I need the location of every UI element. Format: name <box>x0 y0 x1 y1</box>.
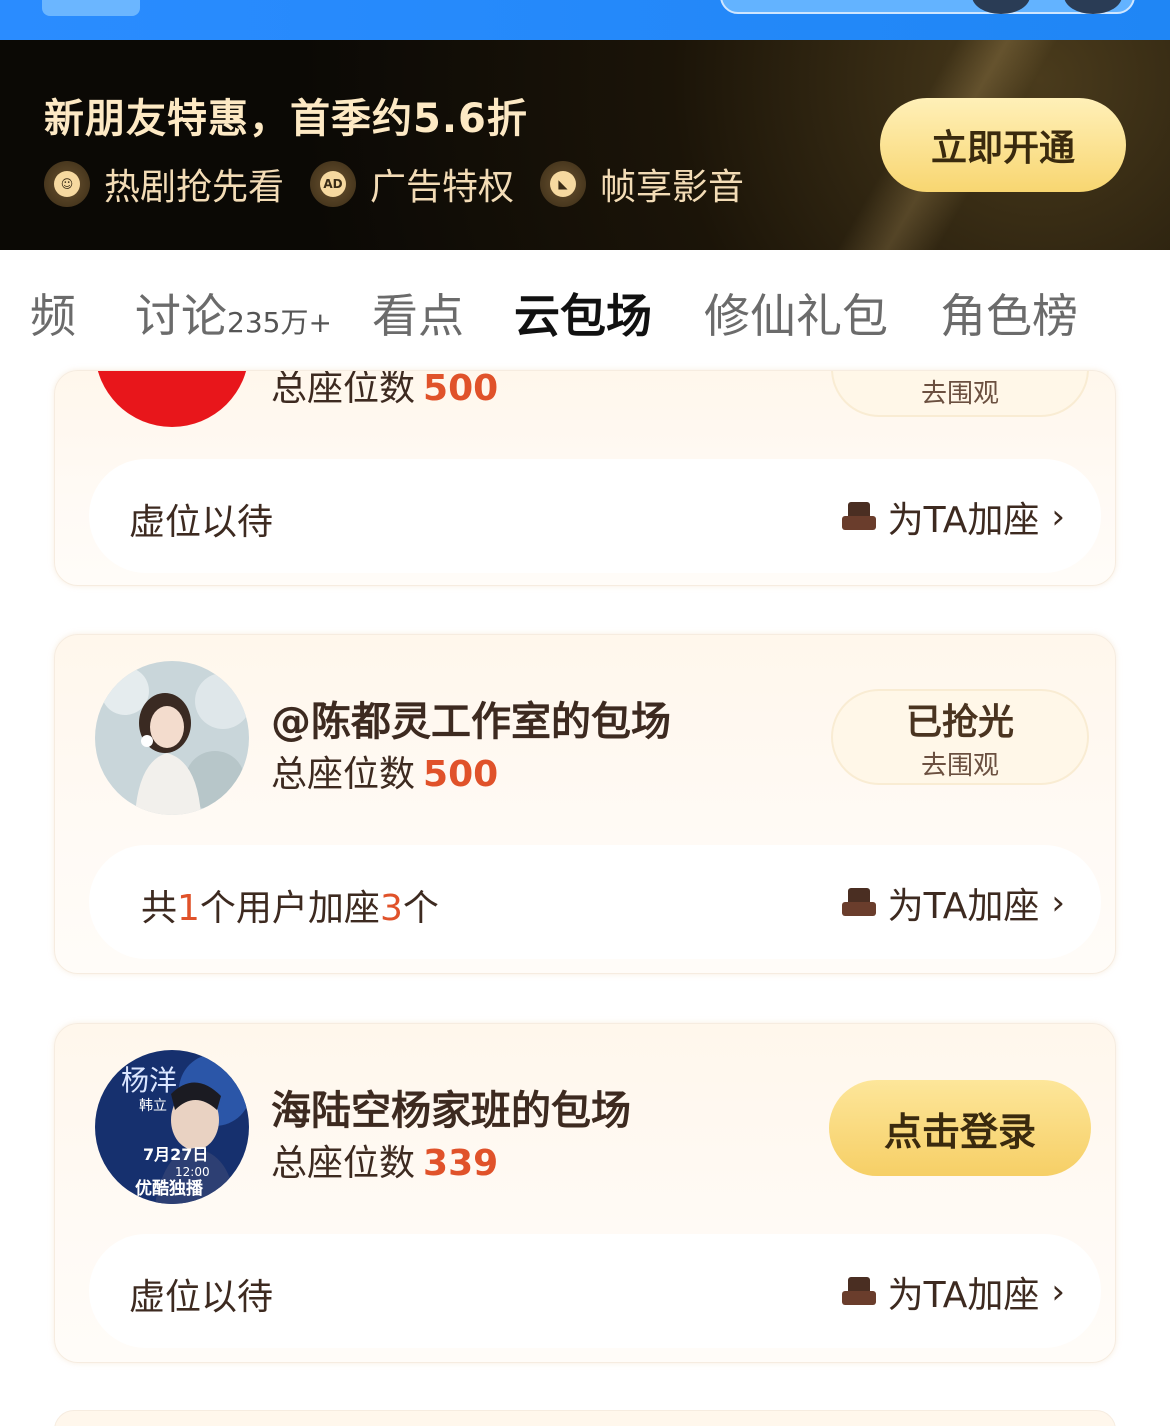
sold-out-button[interactable]: 已抢光 去围观 <box>831 689 1089 785</box>
perk-label: 帧享影音 <box>600 167 745 208</box>
tab-discussion[interactable]: 讨论235万+ <box>135 280 332 346</box>
tab-highlights[interactable]: 看点 <box>372 280 464 346</box>
tab-bar: 频 讨论235万+ 看点 云包场 修仙礼包 角色榜 <box>0 250 1170 370</box>
smile-icon: ☺ <box>44 161 90 207</box>
chevron-right-icon: › <box>1051 1272 1065 1312</box>
perk-item: ◣ 帧享影音 <box>540 158 744 210</box>
seat-row[interactable]: 共1个用户加座3个 为TA加座 › <box>89 845 1101 959</box>
seat-status-text: 共1个用户加座3个 <box>141 888 439 929</box>
perk-label: 广告特权 <box>370 167 515 208</box>
avatar[interactable] <box>95 661 249 815</box>
screening-card: 总座位数 500 去围观 虚位以待 为TA加座 › <box>54 370 1116 586</box>
svg-text:韩立: 韩立 <box>139 1098 167 1114</box>
tab-cloud-screening[interactable]: 云包场 <box>514 280 652 346</box>
seat-count: 总座位数 500 <box>271 754 499 795</box>
watch-button[interactable]: 去围观 <box>831 371 1089 417</box>
seat-status-text: 虚位以待 <box>129 1277 274 1318</box>
sofa-icon <box>841 1277 876 1307</box>
screening-title: @陈都灵工作室的包场 <box>271 699 671 745</box>
add-seat-link[interactable]: 为TA加座 › <box>841 1266 1065 1318</box>
sofa-icon <box>841 888 876 918</box>
avatar[interactable]: 杨洋 韩立 7月27日 12:00 优酷独播 <box>95 1050 249 1204</box>
sofa-icon <box>841 502 876 532</box>
tab-character-ranking[interactable]: 角色榜 <box>940 280 1078 346</box>
perk-item: AD 广告特权 <box>310 158 514 210</box>
screening-card: @陈都灵工作室的包场 总座位数 500 已抢光 去围观 共1个用户加座3个 为TA… <box>54 634 1116 974</box>
svg-text:杨洋: 杨洋 <box>121 1064 177 1097</box>
vip-promo-banner[interactable]: 新朋友特惠，首季约5.6折 ☺ 热剧抢先看 AD 广告特权 ◣ 帧享影音 立即开… <box>0 40 1170 250</box>
perk-list: ☺ 热剧抢先看 AD 广告特权 ◣ 帧享影音 <box>44 158 770 210</box>
chevron-right-icon: › <box>1051 883 1065 923</box>
screening-title: 海陆空杨家班的包场 <box>271 1088 631 1134</box>
add-seat-link[interactable]: 为TA加座 › <box>841 491 1065 543</box>
top-header-strip <box>0 0 1170 40</box>
perk-item: ☺ 热剧抢先看 <box>44 158 284 210</box>
svg-text:优酷独播: 优酷独播 <box>135 1178 204 1199</box>
tab-video[interactable]: 频 <box>30 280 76 346</box>
seat-row[interactable]: 虚位以待 为TA加座 › <box>89 459 1101 573</box>
frame-icon: ◣ <box>540 161 587 207</box>
open-vip-button[interactable]: 立即开通 <box>880 98 1126 192</box>
seat-row[interactable]: 虚位以待 为TA加座 › <box>89 1234 1101 1348</box>
screening-card: 杨洋 韩立 7月27日 12:00 优酷独播 海陆空杨家班的包场 总座位数 339… <box>54 1023 1116 1363</box>
header-chip <box>42 0 140 16</box>
discussion-count-badge: 235万+ <box>227 306 332 339</box>
screening-card-next <box>54 1410 1116 1426</box>
tab-gift-pack[interactable]: 修仙礼包 <box>704 280 888 346</box>
promo-title: 新朋友特惠，首季约5.6折 <box>44 96 528 142</box>
svg-text:7月27日: 7月27日 <box>143 1145 208 1164</box>
seat-status-text: 虚位以待 <box>129 502 274 543</box>
seat-count: 总座位数 500 <box>271 370 499 409</box>
ad-icon: AD <box>310 161 357 207</box>
login-button[interactable]: 点击登录 <box>829 1080 1091 1176</box>
chevron-right-icon: › <box>1051 497 1065 537</box>
svg-text:12:00: 12:00 <box>175 1165 210 1179</box>
perk-label: 热剧抢先看 <box>104 167 285 208</box>
avatar[interactable] <box>95 371 249 427</box>
seat-count: 总座位数 339 <box>271 1143 499 1184</box>
add-seat-link[interactable]: 为TA加座 › <box>841 877 1065 929</box>
